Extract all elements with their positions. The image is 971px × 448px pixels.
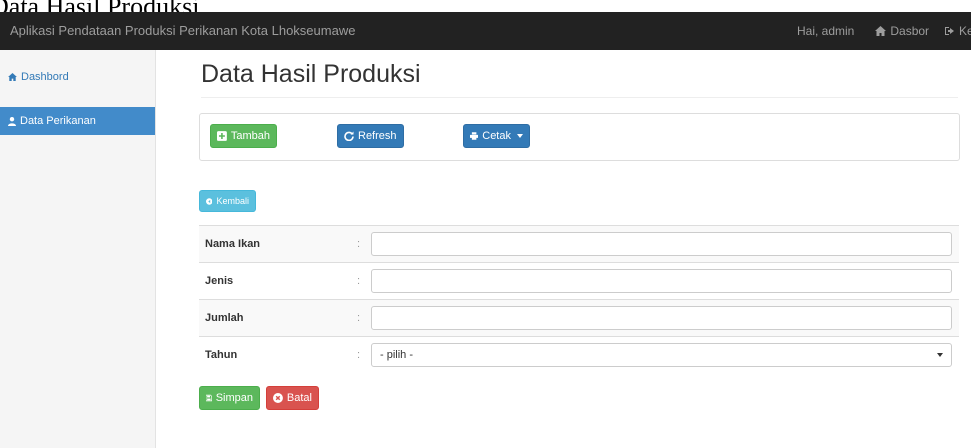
title-divider [201,97,958,98]
jenis-label: Jenis [205,275,234,287]
form-row: Nama Ikan : [199,225,959,262]
close-circle-icon [273,393,283,403]
sidebar-item-label: Data Perikanan [20,115,96,127]
sidebar: Dashbord Data Perikanan [0,50,156,448]
sidebar-item-dashbord[interactable]: Dashbord [0,57,155,97]
tahun-selected-value: - pilih - [380,349,414,361]
plus-square-icon [217,131,227,141]
batal-label: Batal [286,392,312,404]
simpan-label: Simpan [215,392,253,404]
home-icon [875,26,887,36]
field-colon: : [357,275,361,287]
jumlah-input[interactable] [371,306,952,330]
user-icon [8,116,16,126]
chevron-down-icon [517,134,523,138]
logout-icon [945,27,955,35]
dasbor-label: Dasbor [890,24,930,38]
jenis-input[interactable] [371,269,952,293]
chevron-down-icon [937,353,943,357]
refresh-icon [344,131,354,141]
nama-ikan-input[interactable] [371,232,952,256]
dasbor-link[interactable]: Dasbor [875,24,929,38]
save-icon [206,394,212,402]
toolbar-panel: Tambah Refresh Cetak [199,113,960,161]
cetak-dropdown-button[interactable]: Cetak [463,124,530,148]
form-row: Tahun : - pilih - [199,336,959,373]
user-greeting: Hai, admin [797,24,855,38]
top-navbar: Aplikasi Pendataan Produksi Perikanan Ko… [0,12,971,50]
form-row: Jenis : [199,262,959,299]
field-colon: : [357,238,361,250]
arrow-left-circle-icon [206,197,213,205]
sidebar-item-data-perikanan[interactable]: Data Perikanan [0,107,155,135]
form-row: Jumlah : [199,299,959,336]
home-icon [8,73,17,81]
refresh-label: Refresh [358,130,397,142]
kembali-button[interactable]: Kembali [199,190,256,212]
cetak-label: Cetak [482,130,511,142]
page-title: Data Hasil Produksi [201,60,421,88]
field-colon: : [357,312,361,324]
sidebar-item-label: Dashbord [21,71,69,83]
tambah-button[interactable]: Tambah [210,124,277,148]
app-brand[interactable]: Aplikasi Pendataan Produksi Perikanan Ko… [10,23,355,38]
keluar-link[interactable]: Kelua [945,24,971,38]
print-icon [470,132,479,140]
tahun-select[interactable]: - pilih - [371,343,952,367]
refresh-button[interactable]: Refresh [337,124,404,148]
form-table: Nama Ikan : Jenis : Jumlah : Tahun : - p… [199,225,959,373]
kembali-label: Kembali [216,196,249,206]
field-colon: : [357,349,361,361]
simpan-button[interactable]: Simpan [199,386,260,410]
nama-ikan-label: Nama Ikan [205,238,261,250]
jumlah-label: Jumlah [205,312,244,324]
batal-button[interactable]: Batal [266,386,319,410]
navbar-right: Hai, admin Dasbor Kelua [797,24,971,38]
keluar-label: Kelua [959,24,971,38]
tahun-label: Tahun [205,349,238,361]
tambah-label: Tambah [230,130,270,142]
